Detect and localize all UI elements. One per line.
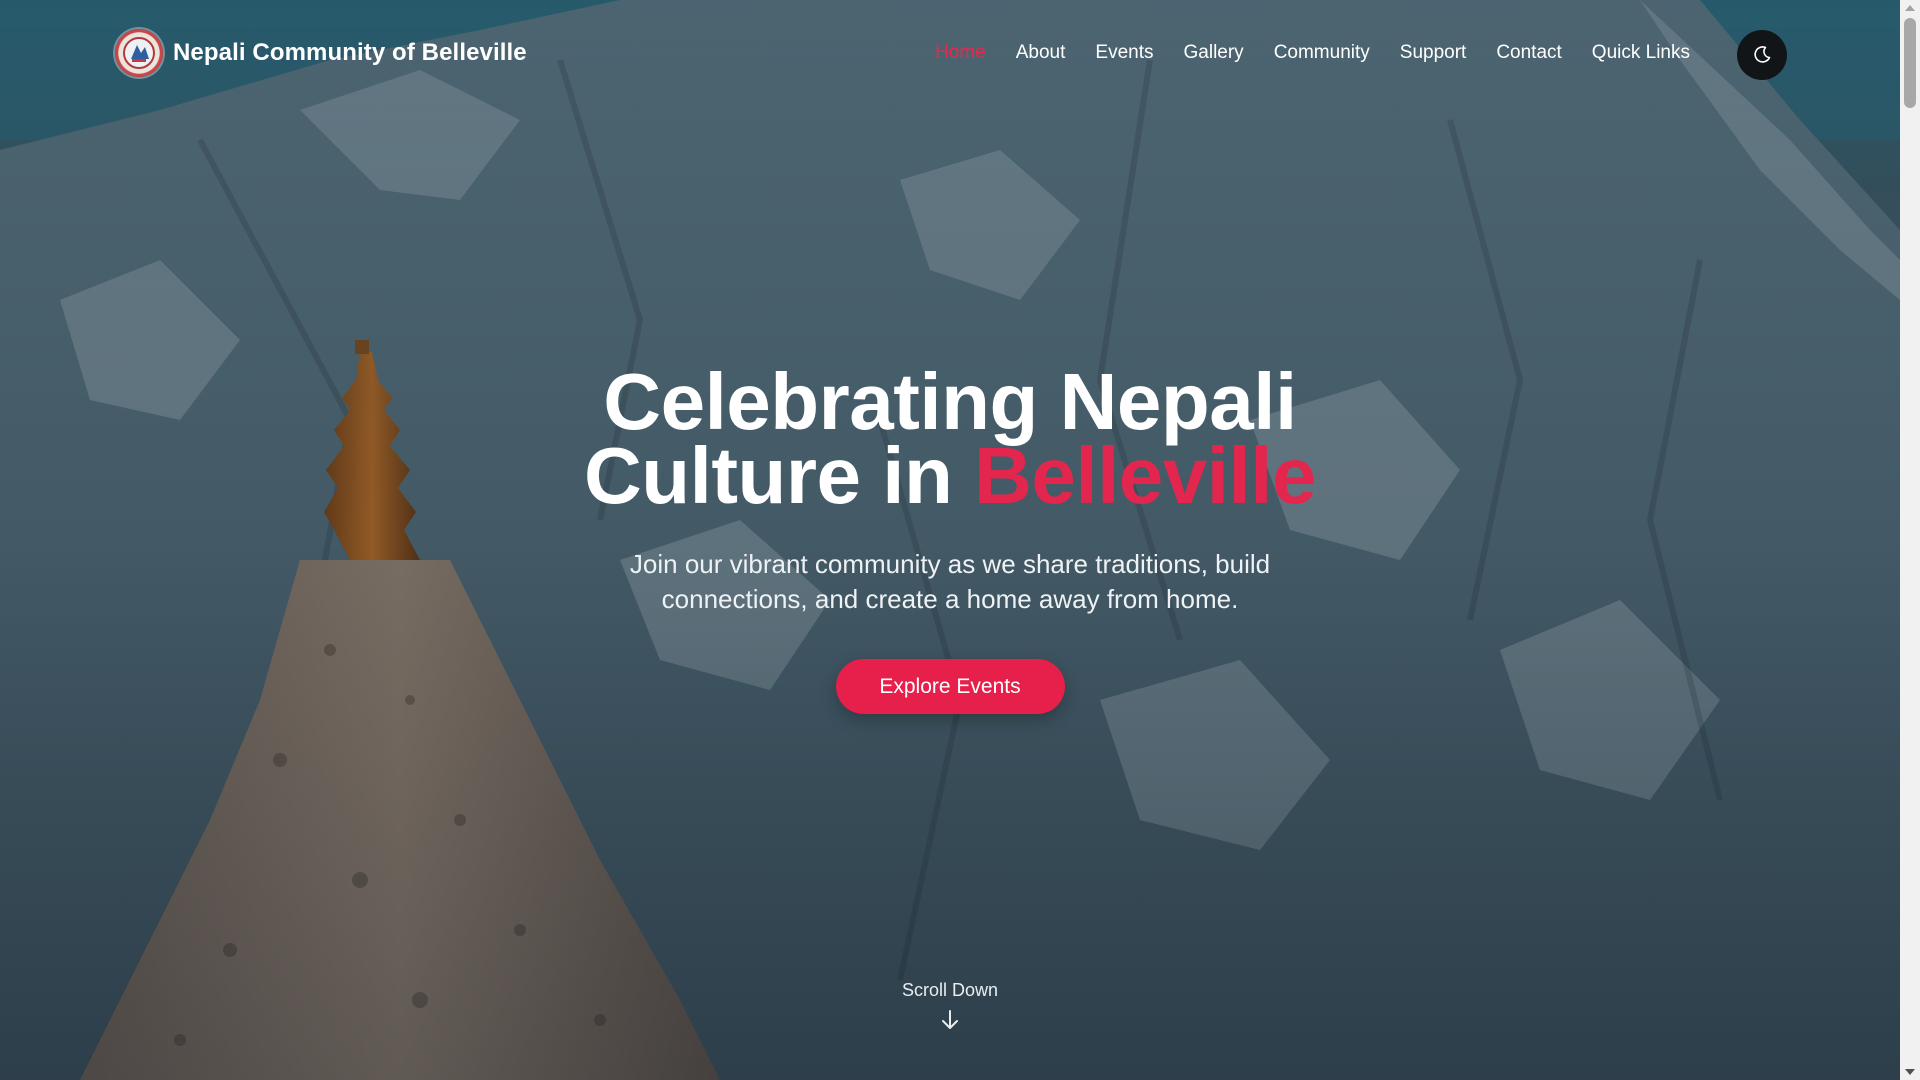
scroll-up-arrow-icon[interactable] bbox=[1905, 5, 1915, 11]
scroll-down-label: Scroll Down bbox=[901, 980, 999, 1000]
community-logo bbox=[115, 29, 163, 77]
nav-quick-links[interactable]: Quick Links bbox=[1592, 42, 1690, 64]
nav-community[interactable]: Community bbox=[1274, 42, 1370, 64]
nav-support[interactable]: Support bbox=[1400, 42, 1467, 64]
nav-gallery[interactable]: Gallery bbox=[1184, 42, 1244, 64]
arrow-down-icon bbox=[942, 1010, 958, 1029]
brand[interactable]: Nepali Community of Belleville bbox=[115, 29, 527, 77]
nav-about[interactable]: About bbox=[1016, 42, 1066, 64]
hero-subtitle: Join our vibrant community as we share t… bbox=[629, 549, 1271, 614]
hero-title-line2: Culture in bbox=[584, 431, 975, 520]
scrollbar-thumb[interactable] bbox=[1904, 18, 1916, 108]
theme-toggle-button[interactable] bbox=[1737, 30, 1787, 80]
page-scrollbar[interactable] bbox=[1900, 0, 1920, 1080]
hero-section: Celebrating Nepali Culture in Belleville… bbox=[450, 362, 1450, 714]
hero-title: Celebrating Nepali Culture in Belleville bbox=[450, 362, 1450, 516]
nav-contact[interactable]: Contact bbox=[1496, 42, 1561, 64]
moon-icon bbox=[1754, 46, 1771, 63]
main-nav: Home About Events Gallery Community Supp… bbox=[935, 42, 1690, 64]
nav-home[interactable]: Home bbox=[935, 42, 986, 64]
explore-events-button[interactable]: Explore Events bbox=[835, 659, 1065, 714]
hero-title-accent: Belleville bbox=[974, 431, 1316, 520]
site-header: Nepali Community of Belleville Home Abou… bbox=[0, 0, 1900, 110]
brand-name: Nepali Community of Belleville bbox=[173, 39, 527, 66]
nav-events[interactable]: Events bbox=[1095, 42, 1153, 64]
scroll-down-arrow-icon[interactable] bbox=[1905, 1069, 1915, 1075]
scroll-down-hint[interactable]: Scroll Down bbox=[850, 980, 1050, 1031]
